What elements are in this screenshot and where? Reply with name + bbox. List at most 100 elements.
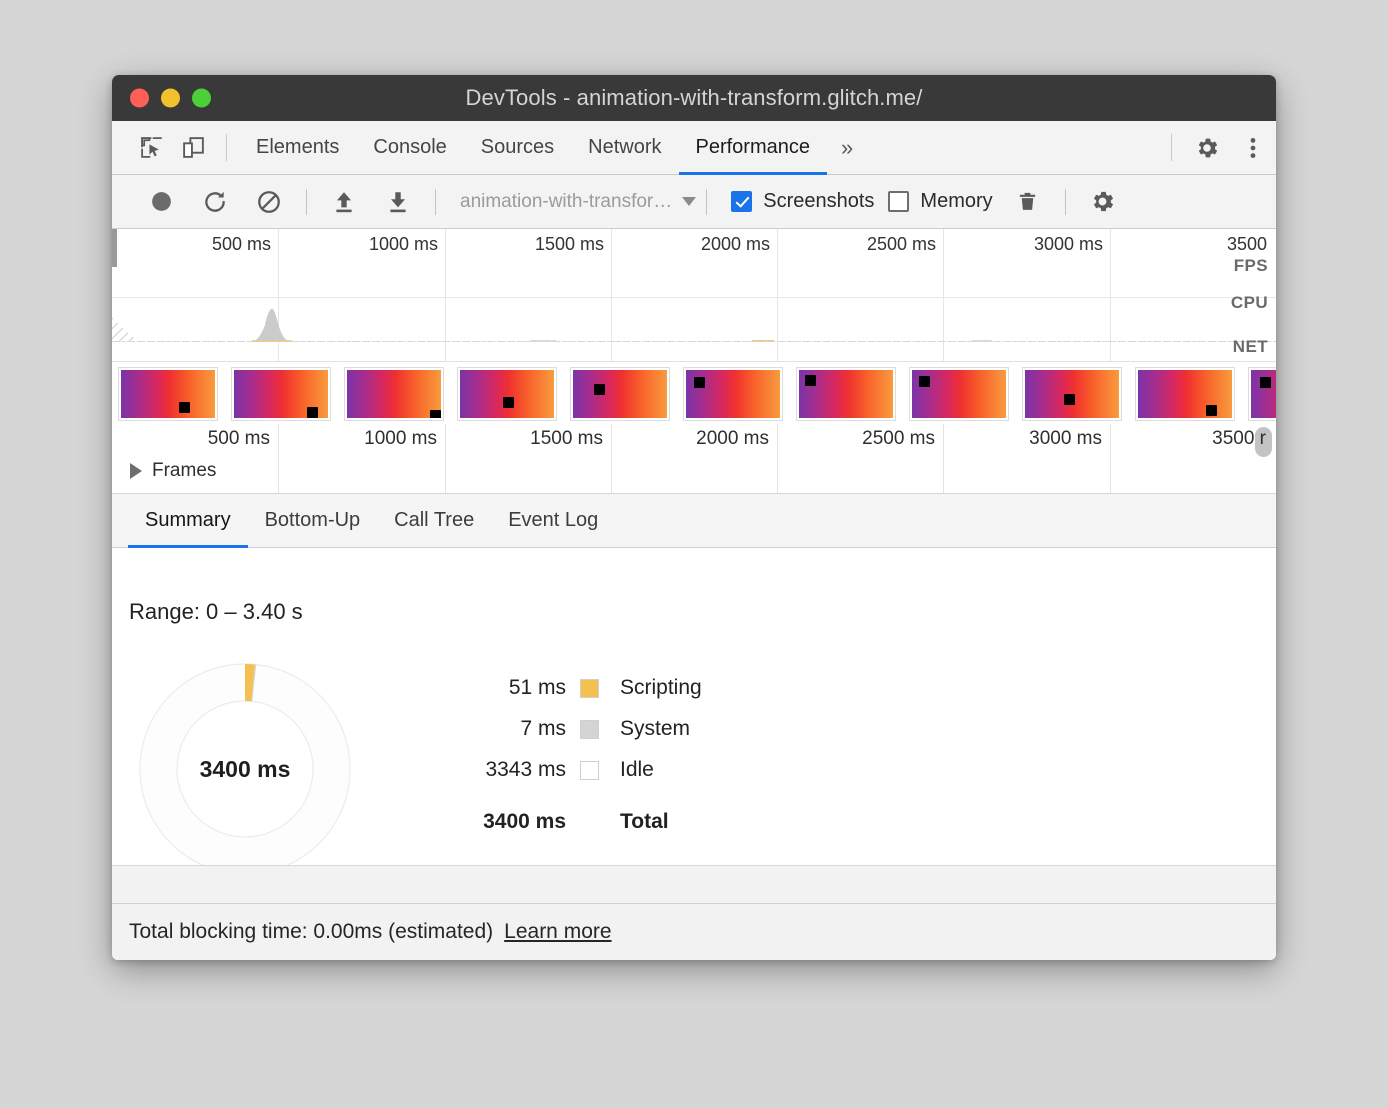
ruler-tick-label: 1000 ms: [364, 428, 445, 450]
more-tabs-label: »: [841, 135, 853, 161]
tab-console[interactable]: Console: [356, 121, 463, 174]
profile-url-value: animation-with-transfor…: [460, 191, 672, 213]
overview-row-label-net: NET: [1233, 337, 1268, 357]
filmstrip-frame-image: [686, 370, 780, 418]
legend-total-label: Total: [599, 810, 669, 834]
filmstrip-frame[interactable]: [796, 367, 896, 421]
ruler-tick-line: [445, 424, 446, 493]
overview-left-handle[interactable]: [112, 229, 117, 267]
filmstrip-frame[interactable]: [909, 367, 1009, 421]
device-toolbar-icon[interactable]: [172, 121, 214, 174]
filmstrip-frame[interactable]: [1135, 367, 1235, 421]
close-window-button[interactable]: [130, 89, 149, 108]
summary-footer-spacer: [112, 865, 1276, 903]
animated-square: [1260, 377, 1271, 388]
filmstrip-frame-image: [799, 370, 893, 418]
range-label: Range: 0 – 3.40 s: [129, 599, 303, 625]
overview-row-label-fps: FPS: [1234, 256, 1268, 276]
reload-record-icon[interactable]: [188, 175, 242, 229]
memory-label: Memory: [920, 190, 992, 213]
screenshots-checkbox[interactable]: Screenshots: [731, 190, 874, 213]
profile-url-dropdown[interactable]: animation-with-transfor…: [460, 191, 696, 213]
screenshots-label: Screenshots: [763, 190, 874, 213]
ruler-tick-label: 3000 ms: [1029, 428, 1110, 450]
filmstrip-frame-image: [460, 370, 554, 418]
more-tabs-chevron-icon[interactable]: »: [827, 121, 867, 174]
filmstrip-frame-image: [1025, 370, 1119, 418]
tab-performance[interactable]: Performance: [679, 121, 828, 174]
tab-sources[interactable]: Sources: [464, 121, 571, 174]
performance-toolbar: animation-with-transfor… Screenshots Mem…: [112, 175, 1276, 229]
ruler-tick-line: [611, 424, 612, 493]
legend-value: 7 ms: [452, 717, 580, 741]
maximize-window-button[interactable]: [192, 89, 211, 108]
animated-square: [1206, 405, 1217, 416]
toolbar-divider: [226, 134, 227, 161]
tab-bottom-up[interactable]: Bottom-Up: [248, 494, 378, 547]
filmstrip-frame[interactable]: [1248, 367, 1276, 421]
animated-square: [503, 397, 514, 408]
perf-divider-2: [435, 189, 436, 215]
tab-elements-label: Elements: [256, 136, 339, 159]
filmstrip-frame-image: [347, 370, 441, 418]
download-profile-icon[interactable]: [371, 175, 425, 229]
animated-square: [919, 376, 930, 387]
summary-pane: Range: 0 – 3.40 s 3400 ms 51 msScripting…: [112, 548, 1276, 865]
legend-row[interactable]: 51 msScripting: [452, 676, 702, 700]
filmstrip-frame[interactable]: [683, 367, 783, 421]
trash-icon[interactable]: [1001, 175, 1055, 229]
cpu-usage-graph: [112, 229, 1276, 362]
perf-divider-1: [306, 189, 307, 215]
filmstrip-frame-image: [1251, 370, 1276, 418]
record-icon[interactable]: [134, 175, 188, 229]
animated-square: [594, 384, 605, 395]
tab-summary[interactable]: Summary: [128, 494, 248, 547]
legend-total-value: 3400 ms: [452, 810, 580, 834]
ruler-tick-label: 2500 ms: [862, 428, 943, 450]
timeline-ruler: Frames 500 ms1000 ms1500 ms2000 ms2500 m…: [112, 424, 1276, 494]
tab-event-log[interactable]: Event Log: [491, 494, 615, 547]
overview-row-label-cpu: CPU: [1231, 293, 1268, 313]
donut-center-label: 3400 ms: [200, 756, 291, 782]
inspect-element-icon[interactable]: [130, 121, 172, 174]
tab-sources-label: Sources: [481, 136, 554, 159]
tab-elements[interactable]: Elements: [239, 121, 356, 174]
filmstrip-frame[interactable]: [457, 367, 557, 421]
legend-value: 3343 ms: [452, 758, 580, 782]
legend-row[interactable]: 3343 msIdle: [452, 758, 702, 782]
window-title: DevTools - animation-with-transform.glit…: [112, 85, 1276, 111]
ruler-tick-label: 3500 r: [1212, 428, 1274, 450]
ruler-tick-line: [1110, 424, 1111, 493]
timeline-overview[interactable]: 500 ms1000 ms1500 ms2000 ms2500 ms3000 m…: [112, 229, 1276, 362]
chevron-down-icon: [682, 197, 696, 206]
upload-profile-icon[interactable]: [317, 175, 371, 229]
filmstrip-strip[interactable]: [112, 362, 1276, 424]
ruler-tick-label: 2000 ms: [696, 428, 777, 450]
memory-checkbox[interactable]: Memory: [888, 190, 992, 213]
window-titlebar: DevTools - animation-with-transform.glit…: [112, 75, 1276, 121]
screenshots-checkbox-box: [731, 191, 752, 212]
tab-network[interactable]: Network: [571, 121, 678, 174]
minimize-window-button[interactable]: [161, 89, 180, 108]
filmstrip-frame[interactable]: [231, 367, 331, 421]
legend-row[interactable]: 7 msSystem: [452, 717, 702, 741]
capture-settings-gear-icon[interactable]: [1076, 175, 1130, 229]
clear-icon[interactable]: [242, 175, 296, 229]
filmstrip-frame[interactable]: [1022, 367, 1122, 421]
frames-track-header[interactable]: Frames: [130, 460, 216, 482]
legend-total-row: 3400 ms Total: [452, 810, 702, 834]
filmstrip-frame[interactable]: [118, 367, 218, 421]
frames-label: Frames: [152, 460, 216, 482]
animated-square: [805, 375, 816, 386]
legend-swatch: [580, 679, 599, 698]
gear-icon[interactable]: [1184, 121, 1230, 174]
filmstrip-frame[interactable]: [344, 367, 444, 421]
tab-call-tree[interactable]: Call Tree: [377, 494, 491, 547]
filmstrip-frame[interactable]: [570, 367, 670, 421]
tab-network-label: Network: [588, 136, 661, 159]
learn-more-link[interactable]: Learn more: [504, 920, 611, 944]
kebab-menu-icon[interactable]: [1230, 121, 1276, 174]
tab-bottom-up-label: Bottom-Up: [265, 509, 361, 532]
filmstrip-frame-image: [573, 370, 667, 418]
tab-performance-label: Performance: [696, 136, 811, 159]
